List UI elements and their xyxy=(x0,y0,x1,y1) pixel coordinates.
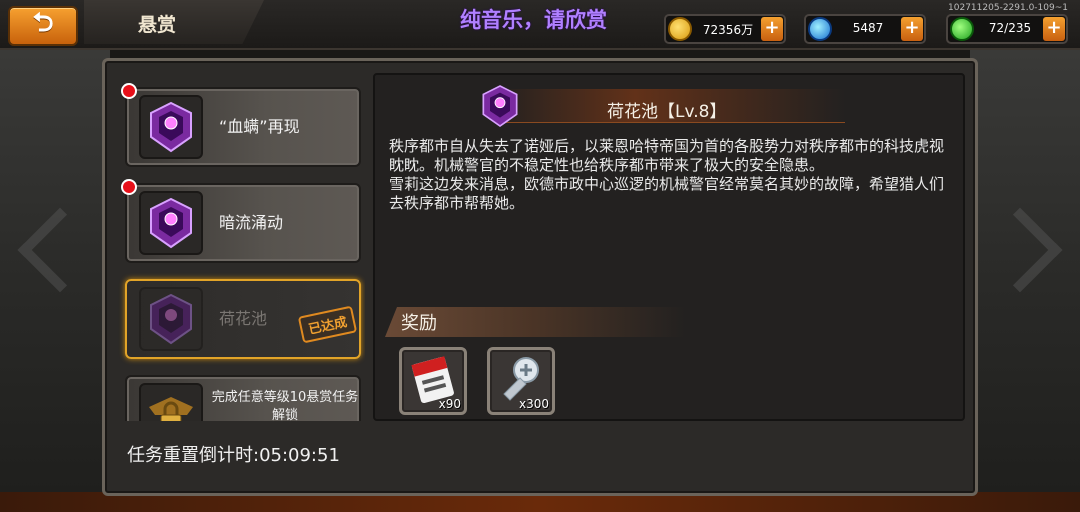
gold-value: 72356万 xyxy=(702,23,754,37)
quest-detail-title: 荷花池【Lv.8】 xyxy=(607,102,727,122)
alert-dot xyxy=(121,83,137,99)
gold-coin-icon xyxy=(668,17,692,41)
alert-dot xyxy=(121,179,137,195)
reward-item-screw[interactable]: x300 xyxy=(487,347,555,415)
blue-gem-icon xyxy=(808,17,832,41)
unlock-requirement-text: 完成任意等级10悬赏任务解锁 xyxy=(211,390,359,421)
build-info: 102711205-2291.0-109~1 xyxy=(948,3,1068,13)
purple-rank-emblem-icon xyxy=(139,191,203,255)
description-paragraph: 秩序都市自从失去了诺娅后，以莱恩哈特帝国为首的各股势力对秩序都市的科技虎视眈眈。… xyxy=(389,137,945,174)
reward-qty: x90 xyxy=(438,397,461,411)
quest-card-locked[interactable]: 完成任意等级10悬赏任务解锁 xyxy=(125,375,361,421)
add-gold-button[interactable]: + xyxy=(761,17,783,41)
quest-name: 荷花池 xyxy=(219,309,268,328)
gem-value: 5487 xyxy=(852,21,884,35)
watermark-text: 纯音乐，请欣赏 xyxy=(460,8,607,32)
reset-countdown: 任务重置倒计时:05:09:51 xyxy=(127,445,340,466)
add-energy-button[interactable]: + xyxy=(1043,17,1065,41)
background-wall-right xyxy=(970,50,1080,512)
back-arrow-icon: ⮌ xyxy=(32,8,54,38)
chevron-right-decor-icon xyxy=(977,207,1063,293)
quest-card-blood-mite[interactable]: “血螨”再现 xyxy=(121,83,361,167)
lock-emblem-icon xyxy=(139,383,203,421)
page-title: 悬赏 xyxy=(138,14,177,36)
quest-list[interactable]: “血螨”再现 暗流涌动 荷花池 已达成 完成任意等级10悬赏任务解锁 xyxy=(115,73,365,421)
quest-name: 暗流涌动 xyxy=(219,213,284,232)
quest-detail-panel: 荷花池【Lv.8】 秩序都市自从失去了诺娅后，以莱恩哈特帝国为首的各股势力对秩序… xyxy=(373,73,965,421)
purple-rank-emblem-icon xyxy=(475,81,525,131)
energy-resource: 72/235 + xyxy=(946,14,1068,44)
gem-resource: 5487 + xyxy=(804,14,926,44)
bounty-panel: “血螨”再现 暗流涌动 荷花池 已达成 完成任意等级10悬赏任务解锁 任务重置倒… xyxy=(102,58,978,496)
purple-rank-emblem-icon xyxy=(139,95,203,159)
reward-item-ticket[interactable]: x90 xyxy=(399,347,467,415)
reward-qty: x300 xyxy=(518,397,549,411)
chevron-left-decor-icon xyxy=(17,207,103,293)
quest-card-undercurrent[interactable]: 暗流涌动 xyxy=(121,179,361,263)
description-paragraph: 雪莉这边发来消息，欧德市政中心巡逻的机械警官经常莫名其妙的故障，希望猎人们去秩序… xyxy=(389,175,945,212)
purple-rank-emblem-icon xyxy=(139,287,203,351)
quest-card-lotus-pond[interactable]: 荷花池 已达成 xyxy=(125,279,361,359)
top-bar: ⮌ 悬赏 纯音乐，请欣赏 102711205-2291.0-109~1 7235… xyxy=(0,0,1080,50)
background-wall-left xyxy=(0,50,110,512)
quest-name: “血螨”再现 xyxy=(219,117,300,136)
green-energy-icon xyxy=(950,17,974,41)
gold-resource: 72356万 + xyxy=(664,14,786,44)
quest-description: 秩序都市自从失去了诺娅后，以莱恩哈特帝国为首的各股势力对秩序都市的科技虎视眈眈。… xyxy=(389,137,949,213)
back-button[interactable]: ⮌ xyxy=(8,6,78,46)
add-gem-button[interactable]: + xyxy=(901,17,923,41)
energy-value: 72/235 xyxy=(988,21,1032,35)
reward-label: 奖励 xyxy=(401,313,437,334)
completed-stamp: 已达成 xyxy=(297,305,358,344)
